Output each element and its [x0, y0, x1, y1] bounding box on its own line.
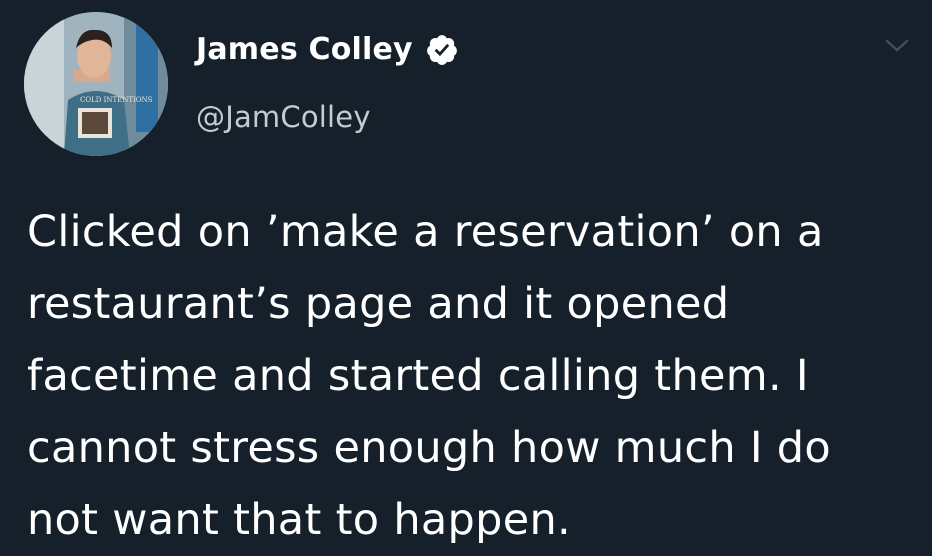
- shirt-print: COLD INTENTIONS: [80, 96, 153, 104]
- tweet-card: COLD INTENTIONS James Colley @JamColley …: [0, 0, 932, 556]
- tweet-text: Clicked on ’make a reservation’ on a res…: [27, 207, 831, 545]
- chevron-down-icon[interactable]: [884, 36, 910, 56]
- verified-badge-icon: [425, 33, 459, 67]
- author-handle[interactable]: @JamColley: [196, 100, 371, 134]
- avatar-photo: COLD INTENTIONS: [24, 12, 168, 156]
- author-name-row: James Colley: [196, 32, 459, 67]
- avatar[interactable]: COLD INTENTIONS: [24, 12, 168, 156]
- author-display-name[interactable]: James Colley: [196, 32, 413, 67]
